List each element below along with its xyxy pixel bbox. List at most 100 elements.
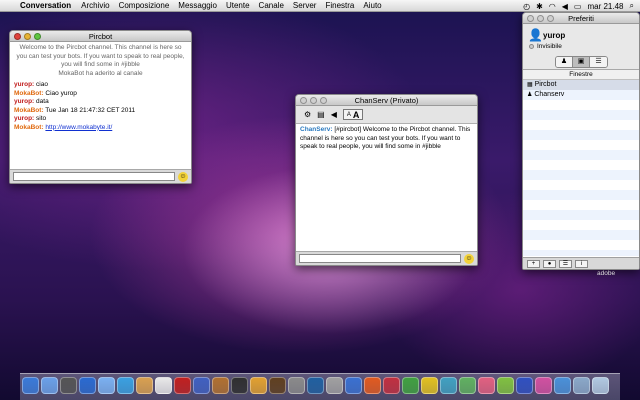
- print-icon[interactable]: ▤: [317, 110, 325, 119]
- dock-app-icon[interactable]: [269, 377, 286, 394]
- windows-list: ▦ Pircbot ♟ Chanserv: [523, 80, 639, 256]
- dock-app-icon[interactable]: [41, 377, 58, 394]
- dock-app-icon[interactable]: [345, 377, 362, 394]
- dock-app-icon[interactable]: [98, 377, 115, 394]
- dock-app-icon[interactable]: [60, 377, 77, 394]
- dock-app-icon[interactable]: [307, 377, 324, 394]
- dock-app-icon[interactable]: [155, 377, 172, 394]
- zoom-button[interactable]: [547, 15, 554, 22]
- tools-icon[interactable]: ⚙: [304, 110, 311, 119]
- pircbot-window: Pircbot Welcome to the Pircbot channel. …: [9, 30, 192, 184]
- chanserv-toolbar: ⚙ ▤ ◀ A A: [296, 106, 477, 124]
- list-item[interactable]: ♟ Chanserv: [523, 90, 639, 100]
- dock-app-icon[interactable]: [174, 377, 191, 394]
- font-size-control[interactable]: A A: [342, 109, 364, 120]
- chanserv-titlebar[interactable]: ChanServ (Privato): [296, 95, 477, 106]
- chat-transcript: ChanServ: [#pircbot] Welcome to the Pirc…: [296, 124, 477, 154]
- dock-app-icon[interactable]: [440, 377, 457, 394]
- list-tab-icon[interactable]: ☰: [590, 57, 607, 67]
- menu-server[interactable]: Server: [293, 1, 317, 10]
- message-nick: MokaBot:: [14, 106, 44, 114]
- pircbot-titlebar[interactable]: Pircbot: [10, 31, 191, 42]
- menu-messaggio[interactable]: Messaggio: [178, 1, 217, 10]
- message-nick: MokaBot:: [14, 89, 44, 97]
- dock-app-icon[interactable]: [136, 377, 153, 394]
- volume-icon[interactable]: ◀: [562, 2, 568, 11]
- menu-utente[interactable]: Utente: [226, 1, 250, 10]
- dock-app-icon[interactable]: [79, 377, 96, 394]
- status-label[interactable]: Invisibile: [537, 43, 562, 50]
- dock-app-icon[interactable]: [478, 377, 495, 394]
- message-link[interactable]: http://www.mokabyte.it/: [45, 124, 112, 131]
- contacts-tab-icon[interactable]: ♟: [556, 57, 573, 67]
- minimize-button[interactable]: [537, 15, 544, 22]
- dock-app-icon[interactable]: [459, 377, 476, 394]
- message-input[interactable]: [299, 254, 461, 263]
- dock-app-icon[interactable]: [364, 377, 381, 394]
- dock-app-icon[interactable]: [22, 377, 39, 394]
- list-item[interactable]: ▦ Pircbot: [523, 80, 639, 90]
- add-icon[interactable]: +: [527, 259, 540, 268]
- chanserv-window: ChanServ (Privato) ⚙ ▤ ◀ A A ChanServ: […: [295, 94, 478, 266]
- chat-message: yurop: ciao: [14, 81, 187, 90]
- font-smaller-button[interactable]: A: [347, 112, 351, 118]
- menu-canale[interactable]: Canale: [259, 1, 284, 10]
- time-machine-icon[interactable]: ◴: [523, 2, 530, 11]
- dock-app-icon[interactable]: [288, 377, 305, 394]
- close-button[interactable]: [14, 33, 21, 40]
- list-icon[interactable]: ☰: [559, 259, 572, 268]
- message-input[interactable]: [13, 172, 175, 181]
- window-title: ChanServ (Privato): [354, 95, 419, 105]
- dock-app-icon[interactable]: [231, 377, 248, 394]
- menu-finestra[interactable]: Finestra: [325, 1, 354, 10]
- dock-app-icon[interactable]: [193, 377, 210, 394]
- message-nick: yurop:: [14, 115, 35, 122]
- preferiti-titlebar[interactable]: Preferiti: [523, 13, 639, 24]
- list-header: Finestre: [523, 70, 639, 80]
- smiley-icon[interactable]: ☺: [178, 171, 188, 182]
- smiley-icon[interactable]: ☺: [464, 253, 474, 264]
- dock-icons: [22, 372, 609, 394]
- info-icon[interactable]: i: [575, 259, 588, 268]
- spotlight-icon[interactable]: ⌕: [630, 1, 634, 11]
- minimize-button[interactable]: [24, 33, 31, 40]
- preferiti-window: Preferiti 👤 yurop Invisibile ♟ ▣ ☰ Fines…: [522, 12, 640, 270]
- chat-message: yurop: data: [14, 98, 187, 107]
- dock-app-icon[interactable]: [250, 377, 267, 394]
- dock-app-icon[interactable]: [573, 377, 590, 394]
- font-larger-button[interactable]: A: [353, 110, 360, 120]
- window-title: Pircbot: [88, 31, 113, 41]
- menu-archivio[interactable]: Archivio: [81, 1, 109, 10]
- dock-app-icon[interactable]: [421, 377, 438, 394]
- dock-app-icon[interactable]: [535, 377, 552, 394]
- zoom-button[interactable]: [320, 97, 327, 104]
- dock-app-icon[interactable]: [497, 377, 514, 394]
- dock-app-icon[interactable]: [554, 377, 571, 394]
- chat-transcript: Welcome to the Pircbot channel. This cha…: [10, 42, 191, 134]
- dock-app-icon[interactable]: [383, 377, 400, 394]
- message-text: data: [34, 98, 49, 105]
- dock-app-icon[interactable]: [402, 377, 419, 394]
- message-nick: yurop:: [14, 81, 35, 88]
- chat-message: MokaBot: http://www.mokabyte.it/: [14, 124, 187, 133]
- close-button[interactable]: [300, 97, 307, 104]
- speaker-icon[interactable]: ◀: [331, 110, 337, 119]
- message-icon[interactable]: ●: [543, 259, 556, 268]
- dock-app-icon[interactable]: [326, 377, 343, 394]
- wifi-icon[interactable]: ◠: [549, 2, 556, 11]
- bluetooth-icon[interactable]: ✱: [536, 2, 543, 11]
- battery-icon[interactable]: ▭: [574, 2, 582, 11]
- clock[interactable]: mar 21.48: [587, 2, 623, 11]
- dock-app-icon[interactable]: [117, 377, 134, 394]
- dock-app-icon[interactable]: [212, 377, 229, 394]
- menu-aiuto[interactable]: Aiuto: [363, 1, 381, 10]
- dock-app-icon[interactable]: [516, 377, 533, 394]
- menu-composizione[interactable]: Composizione: [119, 1, 170, 10]
- view-segmented-control[interactable]: ♟ ▣ ☰: [555, 56, 608, 68]
- close-button[interactable]: [527, 15, 534, 22]
- zoom-button[interactable]: [34, 33, 41, 40]
- dock-app-icon[interactable]: [592, 377, 609, 394]
- windows-tab-icon[interactable]: ▣: [573, 57, 590, 67]
- menu-app-name[interactable]: Conversation: [20, 1, 71, 10]
- minimize-button[interactable]: [310, 97, 317, 104]
